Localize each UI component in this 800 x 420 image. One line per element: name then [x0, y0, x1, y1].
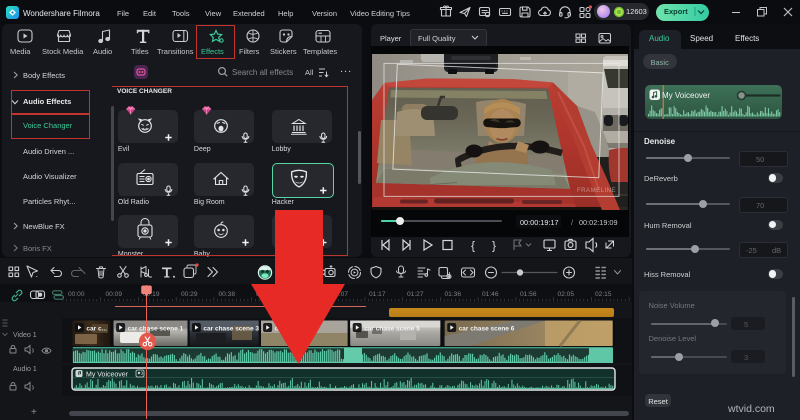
svg-text:01:17: 01:17 — [369, 291, 386, 298]
svg-text:car chase scene 6: car chase scene 6 — [459, 326, 515, 333]
svg-text:01:27: 01:27 — [407, 291, 424, 298]
svg-text:02:05: 02:05 — [558, 291, 575, 298]
svg-text:}: } — [492, 239, 496, 253]
svg-text:car c...: car c... — [86, 326, 107, 333]
svg-text:{: { — [471, 239, 475, 253]
svg-text:00:38: 00:38 — [219, 291, 236, 298]
svg-text:00:29: 00:29 — [181, 291, 198, 298]
svg-text:My Voiceover: My Voiceover — [86, 372, 129, 379]
svg-text:car chase scene 5: car chase scene 5 — [364, 326, 420, 333]
svg-text:01:46: 01:46 — [482, 291, 499, 298]
svg-text:01:36: 01:36 — [445, 291, 462, 298]
svg-text:FRAMELINE: FRAMELINE — [577, 187, 616, 194]
svg-text:01:56: 01:56 — [520, 291, 537, 298]
svg-text:02:15: 02:15 — [595, 291, 612, 298]
